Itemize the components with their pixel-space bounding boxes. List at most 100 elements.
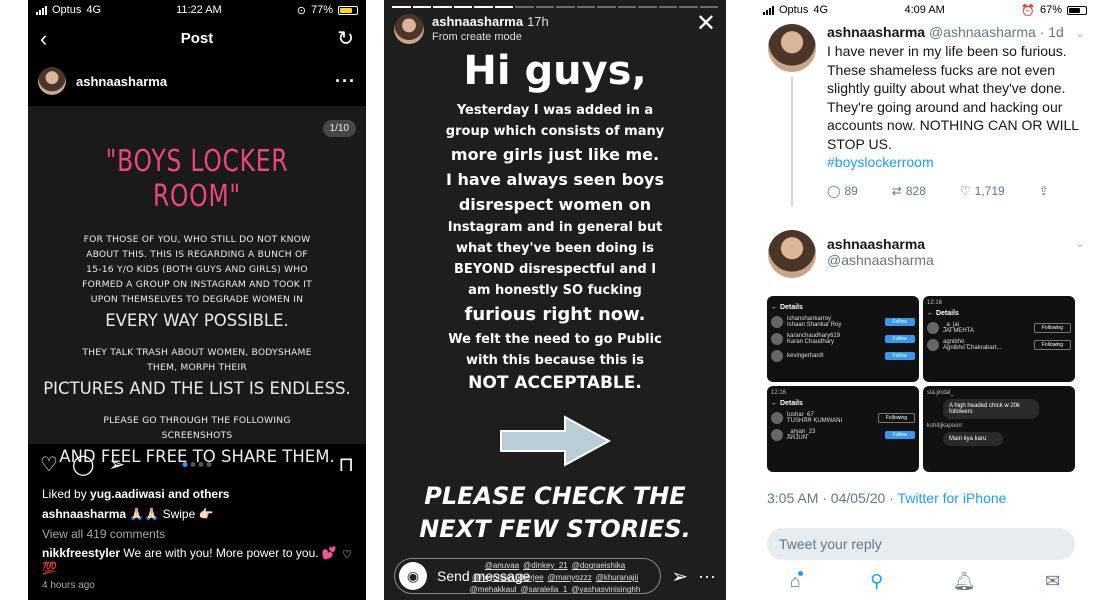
liked-by-suffix[interactable]: and others [165, 487, 229, 501]
list-item: karanchaudhary619 Karan Chaudhary Follow [771, 333, 915, 345]
caption-user[interactable]: ashnaasharma [42, 507, 126, 521]
right-arrow-icon [384, 406, 726, 476]
caption-line: ashnaasharma 🙏🏻🙏🏻 Swipe 👉🏻 [42, 504, 352, 524]
network-label: 4G [813, 4, 829, 16]
back-arrow-icon: ← [927, 310, 934, 317]
retweet-action[interactable]: ⇄ 828 [892, 184, 926, 198]
caption-text: 🙏🏻🙏🏻 Swipe 👉🏻 [126, 507, 214, 521]
check-line-2: NEXT FEW STORIES. [419, 515, 691, 543]
clock: 4:09 AM [904, 4, 945, 16]
view-all-comments-link[interactable]: View all 419 comments [42, 524, 352, 544]
close-icon[interactable]: ✕ [696, 12, 716, 36]
avatar[interactable] [768, 230, 816, 278]
shot-message: A high headed chick w 20k followers [943, 399, 1039, 419]
instagram-story-screen: ashnaasharma 17h From create mode ✕ Hi gu… [384, 0, 726, 600]
tweet-author-name[interactable]: ashnaasharma [827, 24, 925, 40]
shot-sub: JAI MEHTA [943, 328, 974, 334]
shot-btn: Following [1033, 323, 1071, 333]
list-item: ishanshankarroy Ishaan Shankar Roy Follow [771, 316, 915, 328]
shot-user: kshitijkapoorr [927, 423, 963, 429]
tweet-image-grid[interactable]: ← Details ishanshankarroy Ishaan Shankar … [767, 296, 1095, 472]
camera-icon[interactable]: ◉ [399, 562, 427, 590]
shot-sub: ARJUN [787, 435, 808, 441]
tweet-image[interactable]: 12:16 ← Details _a_jai JAI MEHTA Following… [923, 296, 1075, 382]
story-line: BEYOND disrespectful and I [453, 262, 657, 277]
shot-title: Details [779, 400, 803, 407]
avatar[interactable] [394, 14, 424, 44]
story-line: We felt the need to go Public [448, 332, 662, 347]
shot-sub: Ishaan Shankar Roy [787, 322, 842, 328]
post-caption-area: Liked by yug.aadiwasi and others ashnaas… [28, 484, 366, 596]
comment-user[interactable]: nikkfreestyler [42, 546, 120, 560]
tweet-timestamp: 3:05 AM · 04/05/20 · Twitter for iPhone [755, 472, 1095, 506]
tweet-image[interactable]: ← Details ishanshankarroy Ishaan Shankar … [767, 296, 919, 382]
back-arrow-icon: ← [771, 304, 778, 311]
mail-icon[interactable]: ✉ [1045, 571, 1060, 592]
nav-title: Post [180, 29, 214, 47]
tweet[interactable]: ashnaasharma @ashnaasharma · 1d I have n… [755, 20, 1095, 206]
shot-user: sia.jindal_ [927, 390, 954, 396]
carousel-dots [182, 461, 212, 467]
bell-icon[interactable]: 🔔︎ [953, 571, 976, 592]
chevron-left-icon[interactable]: ‹ [40, 26, 47, 52]
send-icon[interactable]: ➢ [671, 564, 688, 589]
image-para-1: FOR THOSE OF YOU, WHO STILL DO NOT KNOW … [82, 234, 312, 305]
chevron-down-icon[interactable]: ⌄ [1075, 26, 1085, 40]
battery-percent: 67% [1039, 4, 1062, 16]
liked-by-line: Liked by yug.aadiwasi and others [42, 484, 352, 504]
comment-icon[interactable]: ◯ [72, 452, 94, 477]
story-username[interactable]: ashnaasharma [432, 14, 523, 29]
reply-action[interactable]: ◯ 89 [827, 184, 858, 198]
reply-count: 89 [844, 183, 858, 198]
story-age: 17h [527, 14, 549, 29]
bookmark-icon[interactable]: ⊓ [338, 452, 354, 477]
send-message-input[interactable]: ◉ Send message [394, 558, 662, 594]
shot-time: 12:16 [927, 300, 943, 306]
post-nav-bar: ‹ Post ↻ [28, 20, 366, 56]
shot-title: Details [935, 310, 959, 317]
more-options-icon[interactable]: ··· [698, 566, 716, 587]
tweet-image[interactable]: 12:16 ← Details tushar_67 TUSHAR KUMWANI F… [767, 386, 919, 472]
search-icon[interactable]: ⚲ [870, 571, 883, 592]
tweet-text: I have never in my life been so furious.… [827, 42, 1085, 172]
like-action[interactable]: ♡ 1,719 [960, 184, 1005, 198]
liked-by-user[interactable]: yug.aadiwasi [90, 487, 165, 501]
hashtag-link[interactable]: #boyslockerroom [827, 154, 934, 170]
tweet-author-handle[interactable]: @ashnaasharma [929, 24, 1036, 40]
tweet-actions: ◯ 89 ⇄ 828 ♡ 1,719 ⇪ [827, 184, 1085, 198]
story-line: Yesterday I was added in a [456, 103, 654, 118]
shot-sub: Karan Chaudhary [787, 339, 835, 345]
shot-btn: Follow [884, 318, 915, 326]
tweet-author-name[interactable]: ashnaasharma [827, 236, 934, 252]
post-username[interactable]: ashnaasharma [76, 74, 167, 89]
share-icon[interactable]: ➢ [108, 452, 125, 477]
story-heading: Hi guys, [463, 48, 647, 94]
liked-by-prefix: Liked by [42, 487, 91, 501]
list-item: tushar_67 TUSHAR KUMWANI Following [771, 412, 915, 424]
tweet-source-link[interactable]: Twitter for iPhone [898, 490, 1007, 506]
retweet-count: 828 [905, 183, 926, 198]
like-heart-icon[interactable]: ♡ [40, 452, 58, 477]
story-line: what they've been doing is [455, 241, 655, 256]
home-icon[interactable]: ⌂ [790, 571, 803, 592]
shot-btn: Follow [884, 352, 915, 360]
refresh-icon[interactable]: ↻ [337, 26, 354, 51]
avatar[interactable] [38, 67, 66, 95]
story-line: with this because this is [466, 353, 644, 368]
tweet-image[interactable]: sia.jindal_ A high headed chick w 20k fo… [923, 386, 1075, 472]
shot-message: Main kya karu [943, 432, 1003, 446]
share-icon[interactable]: ⇪ [1039, 184, 1049, 198]
image-big-1: EVERY WAY POSSIBLE. [105, 311, 289, 330]
shot-btn: Follow [884, 335, 915, 343]
reply-placeholder: Tweet your reply [779, 536, 882, 552]
comment-like-heart-icon[interactable]: ♡ [342, 548, 352, 563]
avatar[interactable] [768, 24, 816, 72]
more-options-icon[interactable]: ··· [335, 71, 356, 92]
tweet-author-handle[interactable]: @ashnaasharma [827, 252, 934, 268]
carrier-label: Optus [52, 4, 82, 16]
tweet-reply-input[interactable]: Tweet your reply [767, 528, 1075, 560]
post-image[interactable]: 1/10 "BOYS LOCKER ROOM" FOR THOSE OF YOU… [28, 106, 366, 466]
thread-connector [791, 76, 793, 206]
image-title: "BOYS LOCKER ROOM" [105, 144, 289, 214]
chevron-down-icon[interactable]: ⌄ [1075, 236, 1085, 250]
